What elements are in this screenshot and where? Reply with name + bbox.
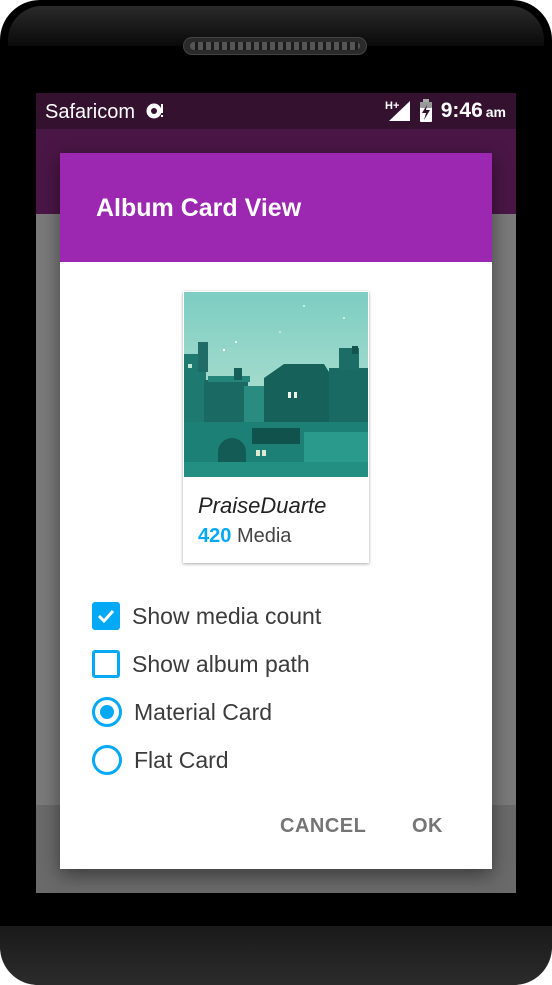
dialog-title: Album Card View xyxy=(96,194,302,222)
network-type: H+ xyxy=(385,100,399,112)
carrier-name: Safaricom xyxy=(45,101,136,123)
dialog-header: Album Card View xyxy=(60,153,492,262)
album-card-preview: PraiseDuarte 420 Media xyxy=(183,291,369,563)
checkbox-checked-icon[interactable] xyxy=(92,602,120,630)
status-icons: H+ 9:46 am xyxy=(385,99,506,123)
show-media-count-option[interactable]: Show media count xyxy=(92,599,321,633)
carrier-badge-icon xyxy=(146,103,163,119)
battery-charging-icon xyxy=(419,99,432,122)
radio-unselected-icon[interactable] xyxy=(92,745,122,775)
option-label: Flat Card xyxy=(134,746,229,773)
phone-bottom-bezel xyxy=(0,926,552,985)
show-album-path-option[interactable]: Show album path xyxy=(92,647,310,681)
ok-button[interactable]: OK xyxy=(412,815,443,838)
cancel-button[interactable]: CANCEL xyxy=(280,815,366,838)
media-count-number: 420 xyxy=(198,525,232,547)
radio-selected-icon[interactable] xyxy=(92,697,122,727)
album-name: PraiseDuarte xyxy=(198,493,327,518)
material-card-option[interactable]: Material Card xyxy=(92,695,272,729)
media-count-label: Media xyxy=(236,525,292,547)
album-cover-image xyxy=(184,292,368,477)
status-bar: Safaricom H+ 9:46 am xyxy=(36,93,516,129)
flat-card-option[interactable]: Flat Card xyxy=(92,743,229,777)
album-media-count: 420 Media xyxy=(198,525,291,548)
phone-frame: Safaricom H+ 9:46 am Album Card View Pra… xyxy=(0,0,552,985)
speaker-grill xyxy=(190,42,360,50)
option-label: Show album path xyxy=(132,650,310,677)
option-label: Material Card xyxy=(134,698,273,725)
option-label: Show media count xyxy=(132,602,322,629)
clock: 9:46 am xyxy=(440,99,506,122)
album-card-view-dialog: Album Card View PraiseDuarte 420 Media S… xyxy=(60,153,492,869)
signal-hplus-icon: H+ xyxy=(385,100,410,121)
checkbox-unchecked-icon[interactable] xyxy=(92,650,120,678)
phone-speaker xyxy=(183,37,367,55)
